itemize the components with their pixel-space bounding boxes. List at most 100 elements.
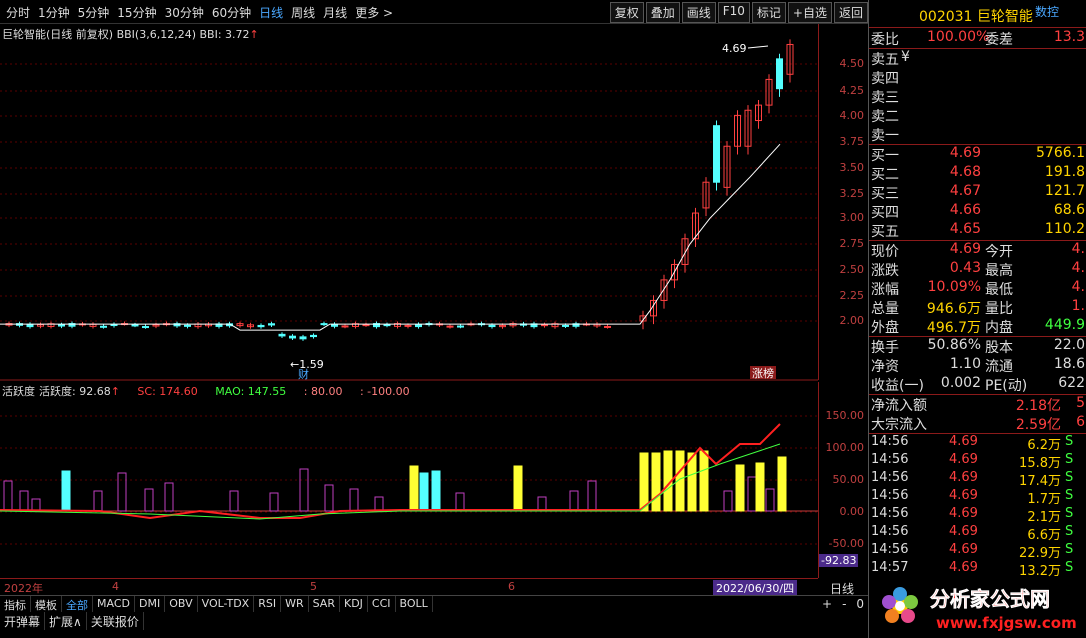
indicator-tab-11[interactable]: CCI [368, 596, 396, 612]
quote-panel: 002031 巨轮智能 数控 委比 100.00% 委差 13.3 卖五 ¥ 卖四卖… [868, 0, 1086, 638]
period-tab-4[interactable]: 30分钟 [161, 4, 208, 21]
indicator-tab-2[interactable]: 全部 [62, 596, 93, 612]
stat-value: 4.69 [949, 241, 981, 257]
price-tick: 3.00 [839, 211, 865, 224]
buy-volume: 121.7 [1044, 183, 1085, 199]
quote-stats-2: 换手 50.86% 股本 22.0 净资 1.10 流通 18.6 收益(一) 0.002 PE(动… [869, 337, 1086, 395]
tool-button-3[interactable]: F10 [717, 2, 750, 23]
tool-button-5[interactable]: +自选 [787, 2, 832, 23]
tool-button-0[interactable]: 复权 [609, 2, 644, 23]
sc-line [0, 423, 781, 520]
indicator-tab-6[interactable]: VOL-TDX [198, 596, 255, 612]
price-tick: 3.50 [839, 161, 865, 174]
price-axis: 4.50 4.25 4.00 3.75 3.50 3.25 3.00 2.75 2.50 2.25… [818, 24, 868, 380]
activity-bar [455, 492, 465, 512]
period-tab-2[interactable]: 5分钟 [74, 4, 114, 21]
flow-tail: 6 [1076, 414, 1085, 430]
tick-side: S [1065, 488, 1074, 503]
candle-body [331, 323, 338, 327]
sub-indicator-value: 活跃度: 92.68 [39, 385, 111, 398]
period-tab-8[interactable]: 月线 [319, 4, 351, 21]
weibi-row: 委比 100.00% 委差 13.3 [869, 28, 1086, 49]
indicator-tab-9[interactable]: SAR [309, 596, 340, 612]
tool-button-2[interactable]: 画线 [681, 2, 716, 23]
activity-bar [587, 480, 597, 512]
stat-value-2: 1. [1071, 298, 1085, 314]
stat-label: 涨幅 [871, 282, 899, 298]
tick-time: 14:56 [871, 506, 909, 521]
indicator-tab-0[interactable]: 指标 [0, 596, 31, 612]
price-tick: 2.50 [839, 263, 865, 276]
period-tab-0[interactable]: 分时 [2, 4, 34, 21]
indicator-tab-3[interactable]: MACD [93, 596, 135, 612]
zhangbang-tag: 涨榜 [752, 366, 774, 380]
buy-label: 买四 [871, 205, 899, 221]
time-label-may: 5 [310, 580, 317, 593]
candle-body [100, 325, 107, 328]
period-tab-1[interactable]: 1分钟 [34, 4, 74, 21]
tick-row: 14:56 4.69 17.4万 S [869, 470, 1086, 489]
sub-tick: 50.00 [832, 473, 865, 486]
activity-bar [409, 465, 419, 512]
tick-price: 4.69 [949, 560, 978, 575]
stat-label-2: 最高 [985, 263, 1013, 279]
weibi-value: 100.00% [927, 29, 990, 45]
danmu-button[interactable]: 开弹幕 [0, 612, 46, 630]
sell-label: 卖二 [871, 109, 899, 125]
stat-value: 496.7万 [926, 320, 981, 336]
activity-bar [349, 488, 359, 512]
tick-volume: 1.7万 [1027, 492, 1061, 507]
related-quote-button[interactable]: 关联报价 [87, 612, 144, 630]
flow-label: 大宗流入 [871, 417, 927, 433]
candle-body [446, 325, 454, 328]
buy-book: 买一 4.69 5766.1 买二 4.68 191.8 买三 4.67 121.7 买四 4.66… [869, 145, 1086, 241]
tool-button-6[interactable]: 返回 [833, 2, 868, 23]
candle-body [488, 324, 496, 328]
indicator-tab-5[interactable]: OBV [165, 596, 198, 612]
period-tab-5[interactable]: 60分钟 [208, 4, 255, 21]
candlestick-chart[interactable]: 4.69←1.59财 涨榜 [0, 24, 818, 578]
finance-marker: 财 [298, 367, 309, 381]
sub-tick: 150.00 [825, 409, 865, 422]
activity-bar [374, 496, 384, 512]
indicator-tab-8[interactable]: WR [281, 596, 309, 612]
tick-list: 14:56 4.69 6.2万 S 14:56 4.69 15.8万 S 14:56 4.69 17… [869, 434, 1086, 579]
indicator-tab-4[interactable]: DMI [135, 596, 166, 612]
sell-row: 卖三 [869, 87, 1086, 106]
tick-row: 14:56 4.69 6.6万 S [869, 524, 1086, 543]
tool-button-1[interactable]: 叠加 [645, 2, 680, 23]
stat2-row: 净资 1.10 流通 18.6 [869, 356, 1086, 375]
tick-price: 4.69 [949, 470, 978, 485]
stat-label: 现价 [871, 244, 899, 260]
sell-label: 卖三 [871, 90, 899, 106]
sc-value: SC: 174.60 [137, 385, 198, 398]
stat-row: 总量 946.6万 量比 1. [869, 298, 1086, 317]
sell-book: 卖五 ¥ 卖四 卖三 卖二 卖一 [869, 49, 1086, 145]
period-tab-9[interactable]: 更多 > [351, 4, 397, 21]
tick-price: 4.69 [949, 542, 978, 557]
stat-label-2: 量比 [985, 301, 1013, 317]
period-tab-6[interactable]: 日线 [255, 4, 287, 21]
stock-code-name: 002031 巨轮智能 [919, 9, 1033, 25]
tick-volume: 13.2万 [1019, 564, 1061, 579]
tool-button-4[interactable]: 标记 [751, 2, 786, 23]
sub-cursor-value: -92.83 [819, 554, 859, 567]
indicator-tab-12[interactable]: BOLL [396, 596, 433, 612]
indicator-tab-10[interactable]: KDJ [340, 596, 368, 612]
tick-time: 14:56 [871, 434, 909, 449]
candle-body [562, 324, 569, 327]
indicator-tab-7[interactable]: RSI [254, 596, 282, 612]
buy-row: 买三 4.67 121.7 [869, 183, 1086, 202]
candle-body [184, 324, 191, 327]
stat-value-2: 449.9 [1044, 317, 1085, 333]
expand-button[interactable]: 扩展∧ [45, 612, 87, 630]
stat2-label-2: PE(动) [985, 378, 1028, 394]
tick-row: 14:56 4.69 15.8万 S [869, 452, 1086, 471]
ctrl-tag: 数控 [1035, 5, 1060, 19]
mao-line [0, 443, 781, 520]
period-tab-7[interactable]: 周线 [287, 4, 319, 21]
buy-row: 买二 4.68 191.8 [869, 164, 1086, 183]
time-label-jun: 6 [508, 580, 515, 593]
period-tab-3[interactable]: 15分钟 [113, 4, 160, 21]
indicator-tab-1[interactable]: 模板 [31, 596, 62, 612]
